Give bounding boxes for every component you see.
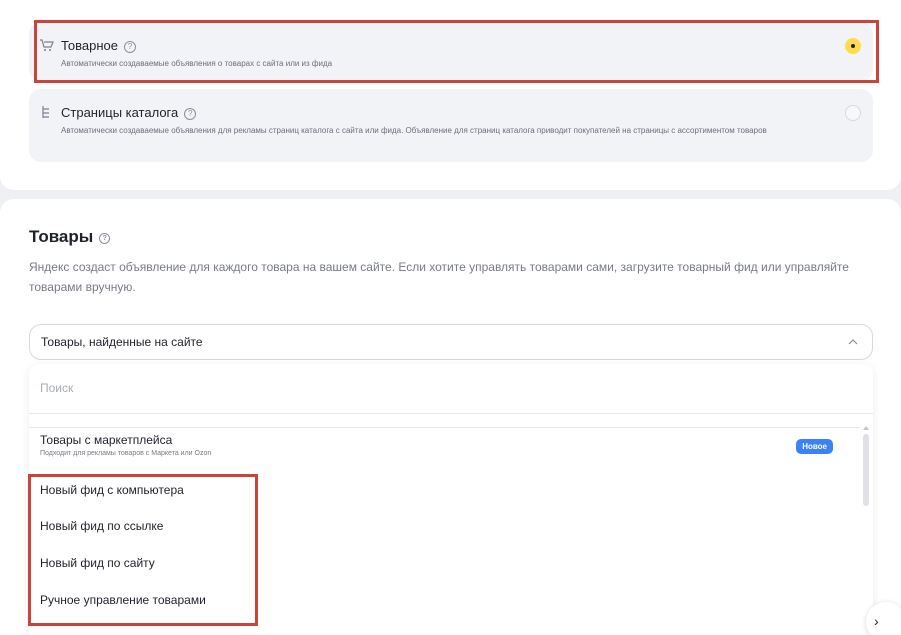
list-item-feed-computer[interactable]: Новый фид с компьютера bbox=[29, 483, 859, 513]
option-product-title: Товарное? bbox=[61, 38, 137, 53]
item-label: Товары с маркетплейса bbox=[40, 433, 173, 447]
item-label: Ручное управление товарами bbox=[40, 593, 206, 607]
chevron-up-icon bbox=[848, 339, 858, 345]
select-value: Товары, найденные на сайте bbox=[41, 335, 203, 349]
new-badge: Новое bbox=[796, 439, 833, 454]
radio-catalog[interactable] bbox=[845, 105, 861, 121]
divider bbox=[29, 427, 859, 428]
dropdown-search bbox=[29, 364, 873, 414]
scrollbar[interactable] bbox=[861, 434, 869, 509]
list-item-manual[interactable]: Ручное управление товарами bbox=[29, 593, 859, 623]
scrollbar-thumb[interactable] bbox=[863, 434, 869, 506]
option-catalog-title: Страницы каталога? bbox=[61, 105, 197, 120]
cart-icon bbox=[39, 38, 55, 52]
item-label: Новый фид по ссылке bbox=[40, 519, 164, 533]
list-item-marketplace[interactable]: Товары с маркетплейса Подходит для рекла… bbox=[29, 433, 859, 463]
option-catalog[interactable]: Страницы каталога? Автоматически создава… bbox=[29, 89, 873, 162]
item-label: Новый фид по сайту bbox=[40, 556, 155, 570]
help-icon[interactable]: ? bbox=[184, 108, 197, 120]
next-button[interactable]: › bbox=[866, 602, 901, 635]
list-item-feed-link[interactable]: Новый фид по ссылке bbox=[29, 519, 859, 549]
help-icon[interactable]: ? bbox=[124, 41, 137, 53]
help-icon[interactable]: ? bbox=[99, 233, 111, 244]
option-catalog-description: Автоматически создаваемые объявления для… bbox=[61, 126, 767, 135]
list-item-feed-site[interactable]: Новый фид по сайту bbox=[29, 556, 859, 586]
chevron-right-icon: › bbox=[874, 613, 879, 629]
option-product-description: Автоматически создаваемые объявления о т… bbox=[61, 59, 333, 68]
scroll-up-arrow[interactable] bbox=[863, 426, 869, 430]
products-source-dropdown: Товары с маркетплейса Подходит для рекла… bbox=[29, 364, 873, 635]
search-input[interactable] bbox=[40, 378, 740, 398]
products-source-select[interactable]: Товары, найденные на сайте bbox=[29, 324, 873, 360]
products-description: Яндекс создаст объявление для каждого то… bbox=[29, 260, 849, 294]
products-card: Товары? Яндекс создаст объявление для ка… bbox=[0, 199, 901, 635]
products-title: Товары? bbox=[29, 227, 111, 247]
catalog-tree-icon bbox=[39, 105, 55, 119]
ad-type-card: Товарное? Автоматически создаваемые объя… bbox=[0, 0, 901, 190]
item-description: Подходит для рекламы товаров с Маркета и… bbox=[40, 450, 212, 457]
option-product[interactable]: Товарное? Автоматически создаваемые объя… bbox=[29, 22, 873, 81]
radio-product[interactable] bbox=[845, 38, 861, 54]
item-label: Новый фид с компьютера bbox=[40, 483, 184, 497]
